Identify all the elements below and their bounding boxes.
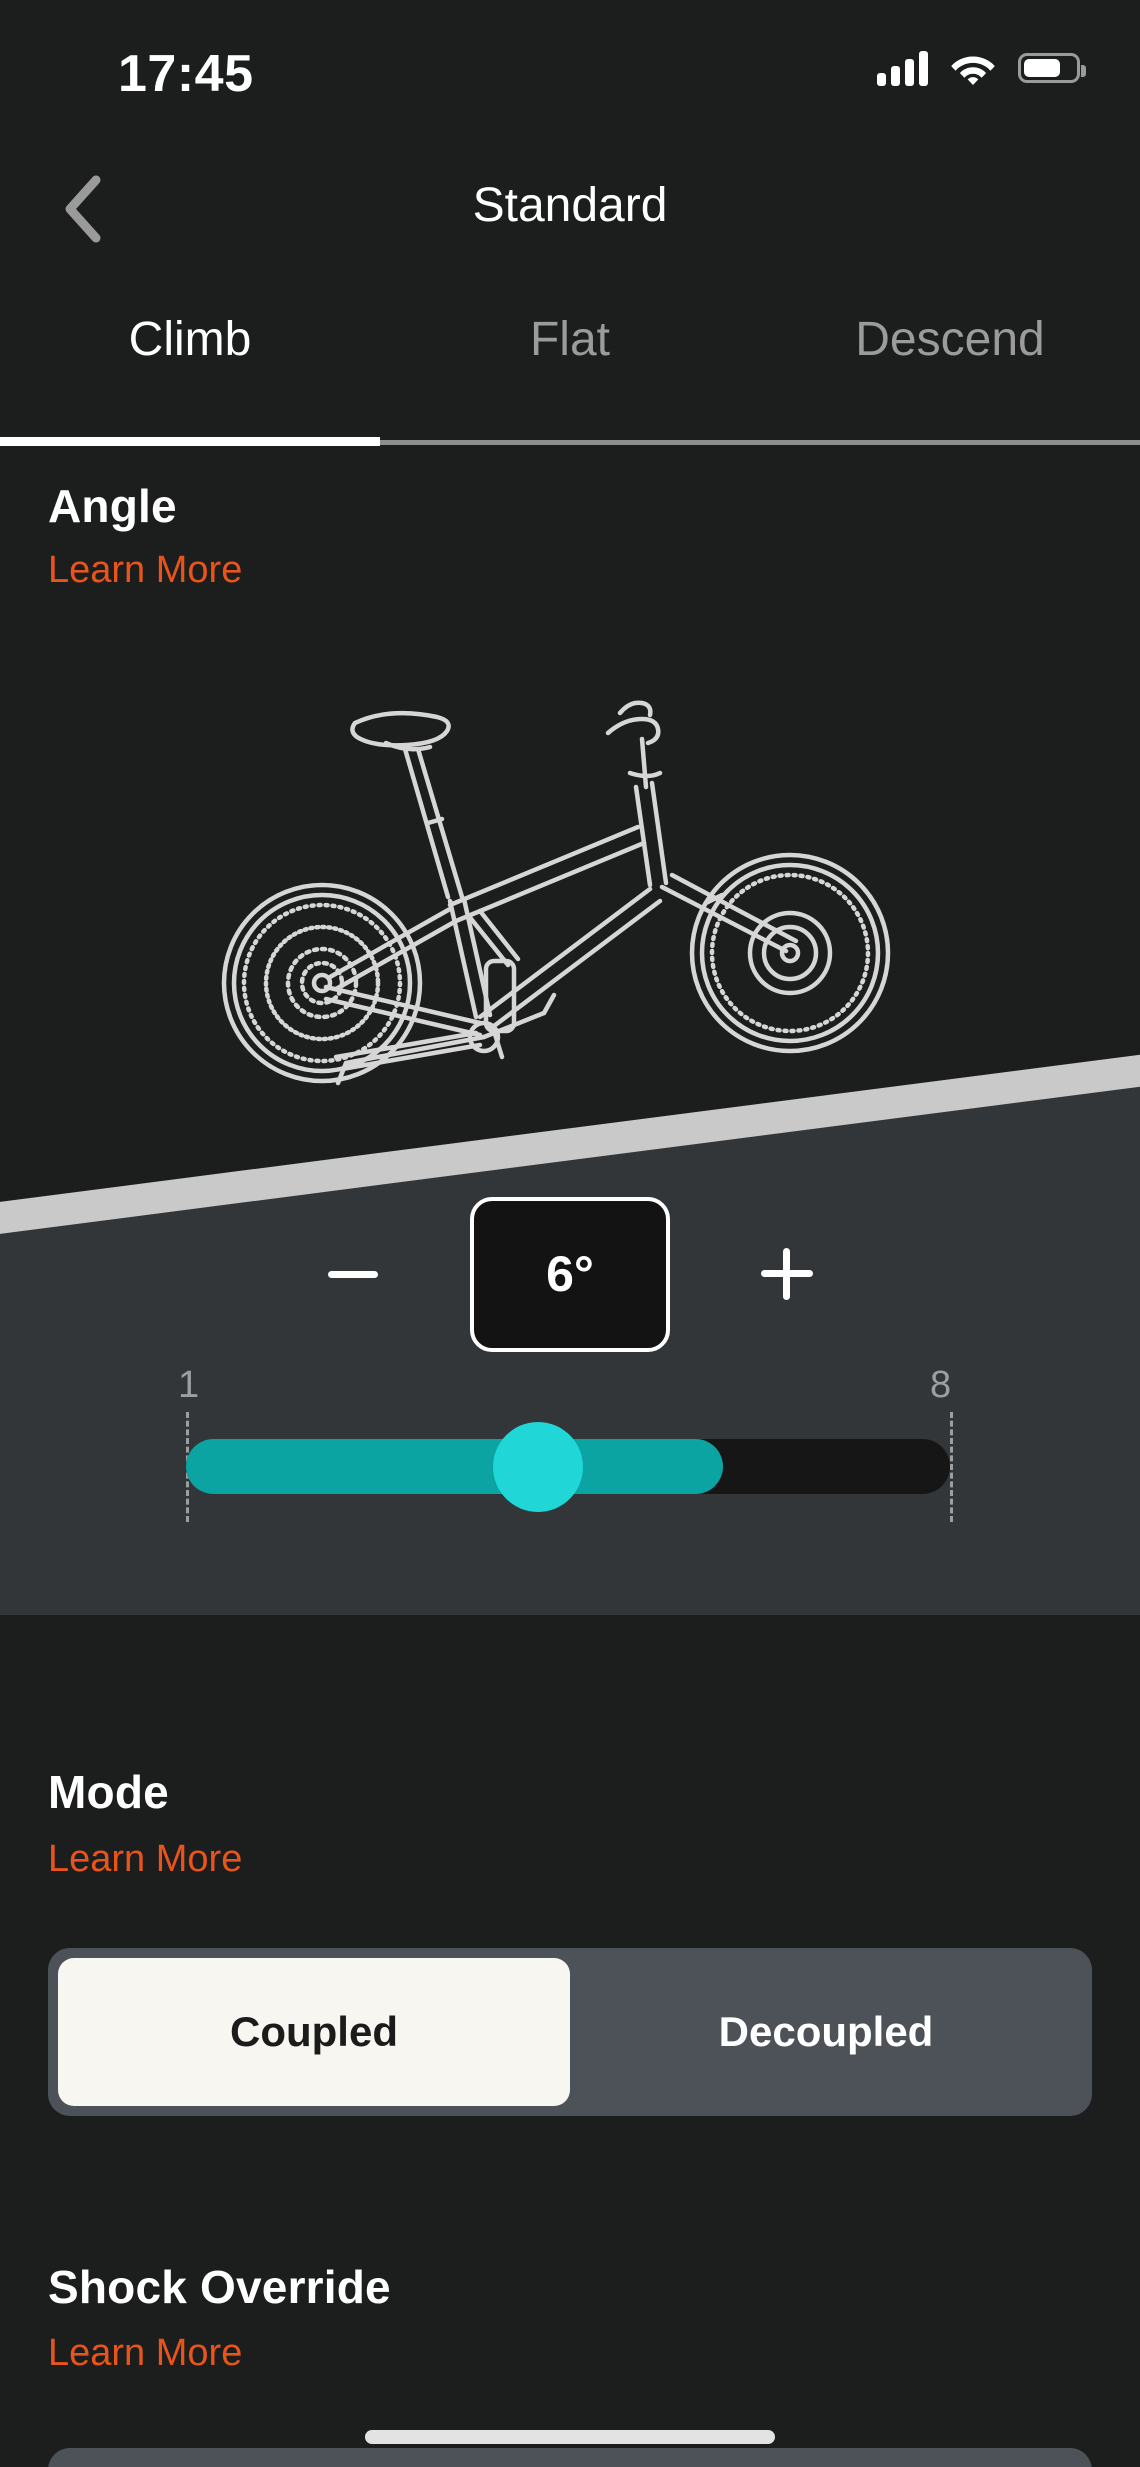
tab-climb[interactable]: Climb bbox=[0, 290, 380, 450]
status-bar: 17:45 bbox=[0, 0, 1140, 140]
minus-icon bbox=[328, 1270, 378, 1278]
page-title: Standard bbox=[472, 179, 668, 232]
tab-active-indicator bbox=[0, 437, 380, 446]
slider-max-label: 8 bbox=[930, 1364, 952, 1406]
tab-flat[interactable]: Flat bbox=[380, 290, 760, 450]
mode-option-coupled[interactable]: Coupled bbox=[58, 1958, 570, 2106]
angle-increment-button[interactable] bbox=[722, 1209, 852, 1339]
angle-value-box[interactable]: 6° bbox=[470, 1196, 670, 1352]
battery-icon bbox=[1018, 53, 1086, 83]
tab-bar: Climb Flat Descend bbox=[0, 290, 1140, 450]
nav-bar: Standard bbox=[0, 140, 1140, 275]
status-bar-time: 17:45 bbox=[118, 45, 254, 103]
angle-learn-more-link[interactable]: Learn More bbox=[48, 549, 242, 592]
slider-min-label: 1 bbox=[178, 1364, 200, 1406]
status-bar-icons bbox=[877, 50, 1086, 86]
app-screen: 17:45 Standard Climb Flat Descend 6° 1 8… bbox=[0, 0, 1140, 2467]
shock-override-segmented-control[interactable] bbox=[48, 2448, 1092, 2467]
shock-override-section-title: Shock Override bbox=[48, 2261, 391, 2313]
slider-tick-max bbox=[950, 1412, 953, 1522]
mode-learn-more-link[interactable]: Learn More bbox=[48, 1838, 242, 1881]
mode-segmented-control: Coupled Decoupled bbox=[48, 1948, 1092, 2116]
angle-decrement-button[interactable] bbox=[288, 1209, 418, 1339]
angle-section-title: Angle bbox=[48, 480, 177, 532]
angle-value: 6° bbox=[546, 1246, 594, 1302]
angle-section: 6° 1 8 Angle Learn More bbox=[0, 449, 1140, 1615]
mode-section-title: Mode bbox=[48, 1766, 169, 1818]
home-indicator[interactable] bbox=[365, 2430, 775, 2444]
shock-override-learn-more-link[interactable]: Learn More bbox=[48, 2332, 242, 2375]
cellular-signal-icon bbox=[877, 50, 928, 86]
slider-fill bbox=[186, 1439, 723, 1494]
slider-thumb[interactable] bbox=[493, 1422, 583, 1512]
mode-option-decoupled[interactable]: Decoupled bbox=[570, 1958, 1082, 2106]
angle-stepper: 6° bbox=[0, 1184, 1140, 1364]
wifi-icon bbox=[950, 51, 996, 85]
tab-descend[interactable]: Descend bbox=[760, 290, 1140, 450]
plus-icon bbox=[761, 1248, 813, 1300]
angle-slider[interactable]: 1 8 bbox=[0, 1364, 1140, 1594]
mountain-bike-illustration bbox=[150, 665, 970, 1135]
